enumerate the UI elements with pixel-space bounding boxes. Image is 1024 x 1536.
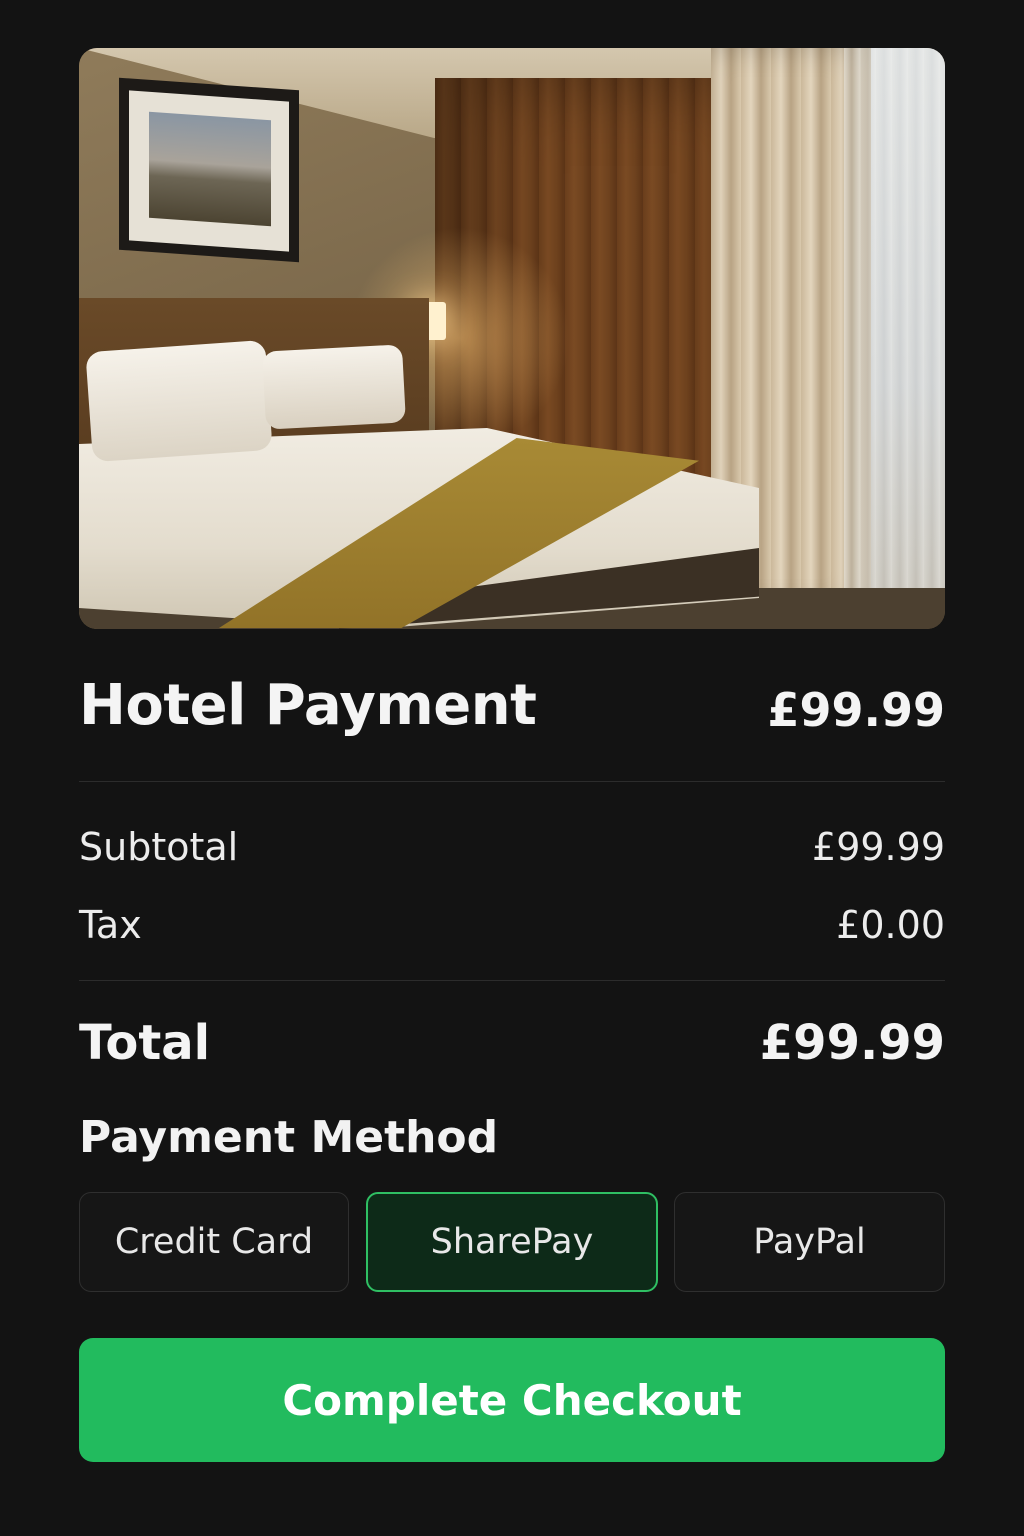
hotel-room-photo: [79, 48, 945, 629]
divider: [79, 980, 945, 981]
subtotal-label: Subtotal: [79, 825, 239, 869]
photo-picture-art: [149, 111, 271, 227]
photo-pillow: [262, 344, 406, 430]
total-label: Total: [79, 1015, 211, 1071]
subtotal-value: £99.99: [812, 825, 945, 869]
tax-label: Tax: [79, 903, 142, 947]
checkout-page: Hotel Payment £99.99 Subtotal £99.99 Tax…: [0, 0, 1024, 1536]
photo-sheer-curtain: [844, 48, 945, 608]
payment-option-sharepay[interactable]: SharePay: [366, 1192, 658, 1292]
page-title: Hotel Payment: [79, 673, 537, 738]
complete-checkout-button[interactable]: Complete Checkout: [79, 1338, 945, 1462]
payment-option-paypal[interactable]: PayPal: [674, 1192, 945, 1292]
header-price: £99.99: [767, 683, 945, 737]
payment-option-credit-card[interactable]: Credit Card: [79, 1192, 349, 1292]
payment-method-heading: Payment Method: [79, 1112, 499, 1163]
divider: [79, 781, 945, 782]
total-value: £99.99: [759, 1015, 945, 1071]
tax-value: £0.00: [836, 903, 945, 947]
photo-pillow: [85, 339, 273, 463]
